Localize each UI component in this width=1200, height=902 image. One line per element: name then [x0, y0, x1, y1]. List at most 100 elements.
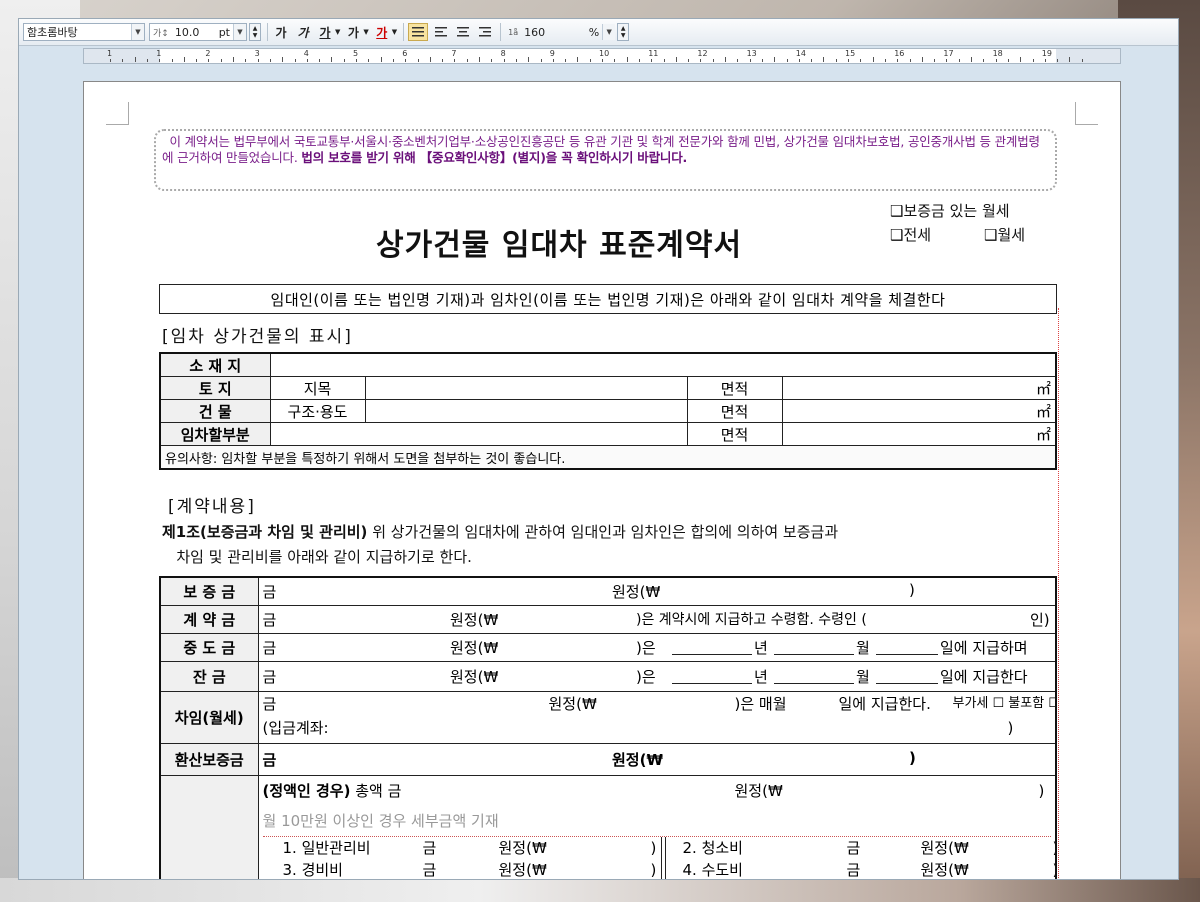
align-left-icon[interactable] [432, 23, 450, 41]
ruler-tick [1069, 57, 1071, 62]
divider [403, 23, 405, 41]
font-color-button[interactable]: 가 [373, 23, 391, 41]
ruler-tick [319, 59, 321, 62]
day-blank[interactable] [876, 637, 938, 655]
chevron-down-icon[interactable]: ▼ [363, 28, 368, 36]
intro-box: 임대인(이름 또는 법인명 기재)과 임차인(이름 또는 법인명 기재)은 아래… [159, 284, 1057, 314]
ruler-tick [983, 59, 985, 62]
checkbox-monthly[interactable]: ❑월세 [984, 224, 1025, 245]
ruler-tick [429, 57, 431, 62]
won-text: 원정(₩ [450, 638, 499, 657]
format-toolbar: 함초롬바탕 ▼ 가↕ 10.0 pt ▼ ▲▼ 가 가 가 ▼ 가 ▼ 가 ▼ [19, 19, 1178, 46]
month-blank[interactable] [774, 666, 854, 684]
structure-field[interactable] [364, 399, 688, 423]
won-text: 원정(₩ [734, 781, 783, 800]
leased-part-field[interactable] [269, 422, 688, 446]
month-text: 월 [856, 667, 870, 686]
ruler-tick [208, 59, 210, 62]
balance-tail: 일에 지급한다 [940, 667, 1028, 686]
rent-eun: )은 매월 [734, 694, 787, 713]
editor-window: 함초롬바탕 ▼ 가↕ 10.0 pt ▼ ▲▼ 가 가 가 ▼ 가 ▼ 가 ▼ [18, 18, 1179, 880]
article-1-text2: 차임 및 관리비를 아래와 같이 지급하기로 한다. [176, 548, 472, 566]
ruler-number: 3 [254, 49, 260, 58]
ruler-tick [663, 59, 665, 62]
line-spacing-icon: 1ǟ [508, 27, 519, 37]
building-area-field[interactable]: ㎡ [781, 399, 1057, 423]
ruler-tick [749, 59, 751, 62]
font-size-stepper[interactable]: ▲ ▼ [249, 23, 261, 41]
line-spacing-combo[interactable]: 1ǟ 160 % ▼ [505, 23, 616, 41]
ruler-tick [146, 59, 148, 62]
label-balance: 잔 금 [159, 660, 259, 692]
font-size-icon: 가↕ [153, 28, 169, 39]
converted-deposit-field[interactable]: 금 원정(₩ ) [257, 742, 1057, 776]
year-blank[interactable] [672, 666, 752, 684]
font-size-unit: pt [218, 25, 230, 39]
land-type-field[interactable] [364, 376, 688, 400]
ruler-tick [306, 59, 308, 62]
ruler-tick [245, 59, 247, 62]
line-spacing-stepper[interactable]: ▲ ▼ [617, 23, 630, 41]
ruler-tick [602, 59, 603, 62]
chevron-down-icon[interactable]: ▼ [233, 24, 246, 40]
balance-field[interactable]: 금 원정(₩ )은 년 월 일에 지급한다 [257, 660, 1057, 692]
ruler-number: 1 [156, 49, 162, 58]
won-text: 원정(₩ [920, 838, 969, 857]
ruler-margin-right [1056, 49, 1120, 63]
horizontal-ruler[interactable]: 1 1 2 3 4 5 6 7 8 9 10 11 12 13 14 15 16 17 18 19 [83, 48, 1121, 64]
document-page[interactable]: 이 계약서는 법무부에서 국토교통부·서울시·중소벤처기업부·소상공인진흥공단 … [83, 81, 1121, 880]
deposit-field[interactable]: 금 원정(₩ ) [257, 576, 1057, 606]
margin-guide [1058, 308, 1060, 879]
ruler-tick [786, 59, 788, 62]
checkbox-deposit-monthly[interactable]: ❑보증금 있는 월세 [890, 200, 1010, 221]
year-text: 년 [754, 638, 768, 657]
fee-water-label: 4. 수도비 [682, 860, 743, 879]
align-center-icon[interactable] [454, 23, 472, 41]
fee-water: 4. 수도비 [682, 859, 743, 880]
font-size-combo[interactable]: 가↕ 10.0 pt ▼ [149, 23, 247, 41]
chevron-down-icon[interactable]: ▼ [131, 24, 144, 40]
ruler-tick [540, 59, 542, 62]
chevron-down-icon[interactable]: ▼ [335, 28, 340, 36]
rent-field[interactable]: 금 원정(₩ )은 매월 일에 지급한다. 부가세 ☐ 불포함 ☐ 포함 (입금… [257, 690, 1057, 744]
chevron-down-icon[interactable]: ▼ [602, 24, 616, 40]
management-fee-field[interactable]: (정액인 경우) 총액 금 원정(₩ ) 월 10만원 이상인 경우 세부금액 … [257, 774, 1057, 880]
font-name-combo[interactable]: 함초롬바탕 ▼ [23, 23, 145, 41]
ruler-tick [577, 57, 579, 62]
align-right-icon[interactable] [476, 23, 494, 41]
ruler-number: 17 [943, 49, 954, 58]
bold-button[interactable]: 가 [272, 23, 290, 41]
leased-area-field[interactable]: ㎡ [781, 422, 1057, 446]
fee-divider [660, 836, 662, 879]
underline-button[interactable]: 가 [316, 23, 334, 41]
year-blank[interactable] [672, 637, 752, 655]
location-field[interactable] [269, 352, 1057, 377]
strike-button[interactable]: 가 [344, 23, 362, 41]
ruler-number: 2 [205, 49, 211, 58]
ruler-tick [884, 59, 886, 62]
align-justify-icon[interactable] [408, 23, 429, 41]
middle-payment-field[interactable]: 금 원정(₩ )은 년 월 일에 지급하며 [257, 632, 1057, 662]
land-area-field[interactable]: ㎡ [781, 376, 1057, 400]
month-blank[interactable] [774, 637, 854, 655]
notice-box: 이 계약서는 법무부에서 국토교통부·서울시·중소벤처기업부·소상공인진흥공단 … [154, 129, 1057, 191]
ruler-tick [183, 57, 185, 62]
article-1-title: 제1조(보증금과 차임 및 관리비) [162, 523, 368, 541]
vat-options[interactable]: 부가세 ☐ 불포함 ☐ 포함 [953, 692, 1056, 716]
close-paren: ) [909, 748, 916, 767]
ruler-number: 4 [303, 49, 309, 58]
ruler-tick [466, 59, 468, 62]
checkbox-jeonse[interactable]: ❑전세 [890, 224, 931, 245]
chevron-down-icon[interactable]: ▼ [392, 28, 397, 36]
article-1-text: 위 상가건물의 임대차에 관하여 임대인과 임차인은 합의에 의하여 보증금과 [367, 523, 839, 541]
close-paren: ) [1007, 718, 1014, 737]
day-blank[interactable] [876, 666, 938, 684]
fee-cleaning-label: 2. 청소비 [682, 838, 743, 857]
geum-text: 금 [262, 694, 277, 713]
italic-button[interactable]: 가 [294, 23, 312, 41]
ruler-tick [921, 57, 923, 62]
margin-corner [1075, 102, 1098, 125]
ruler-tick [257, 59, 259, 62]
contract-deposit-field[interactable]: 금 원정(₩ )은 계약시에 지급하고 수령함. 수령인 ( 인) [257, 604, 1057, 634]
ruler-tick [159, 59, 161, 62]
